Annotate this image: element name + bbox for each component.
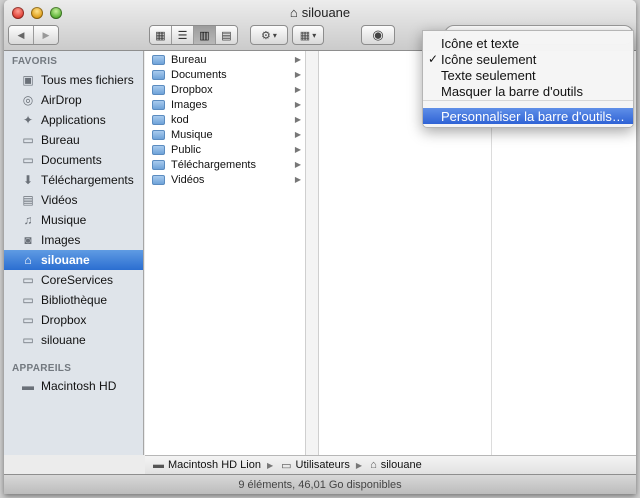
home-icon: ⌂ [289,5,298,20]
list-item[interactable]: kod ▶ [145,112,305,127]
chevron-right-icon: ▶ [294,85,301,94]
chevron-right-icon: ▶ [294,70,301,79]
list-item[interactable]: Documents ▶ [145,67,305,82]
folder-icon: ▭ [22,293,34,307]
sidebar-item-library[interactable]: ▭ Bibliothèque [4,290,143,310]
path-item-home[interactable]: ⌂ silouane [370,459,422,471]
column-view-icon[interactable]: ▥ [194,26,216,44]
chevron-right-icon: ▶ [294,175,301,184]
sidebar-item-all-files[interactable]: ▣ Tous mes fichiers [4,70,143,90]
chevron-right-icon: ▶ [294,55,301,64]
menu-item-icon-and-text[interactable]: Icône et texte [423,35,633,51]
folder-icon [152,99,165,110]
list-item[interactable]: Public ▶ [145,142,305,157]
menu-item-icon-only[interactable]: ✓ Icône seulement [423,51,633,67]
sidebar-item-dropbox[interactable]: ▭ Dropbox [4,310,143,330]
folder-icon: ▭ [22,133,34,147]
devices-header: APPAREILS [12,363,72,374]
toolbar-context-menu: Icône et texte ✓ Icône seulement Texte se… [422,30,634,128]
menu-separator [423,100,633,101]
folder-icon: ▭ [22,333,34,347]
arrange-icon: ▦ [299,29,311,42]
music-icon: ♫ [23,213,33,227]
window-title: ⌂ silouane [289,5,351,20]
quicklook-button[interactable]: ◉ [361,25,395,45]
chevron-right-icon: ▶ [294,160,301,169]
harddisk-icon: ▬ [22,379,34,393]
chevron-right-icon: ▶ [266,460,274,470]
menu-item-customize-toolbar[interactable]: Personnaliser la barre d'outils… [423,108,633,124]
sidebar-item-images[interactable]: ◙ Images [4,230,143,250]
forward-button[interactable]: ▶ [34,26,58,44]
list-item[interactable]: Images ▶ [145,97,305,112]
status-bar: 9 éléments, 46,01 Go disponibles [4,474,636,494]
sidebar-item-applications[interactable]: ✦ Applications [4,110,143,130]
chevron-right-icon: ▶ [294,100,301,109]
folder-icon: ▭ [22,153,34,167]
list-item[interactable]: Musique ▶ [145,127,305,142]
home-icon: ⌂ [24,253,32,267]
harddisk-icon: ▬ [153,459,164,471]
folder-icon [152,84,165,95]
sidebar-item-macintosh-hd[interactable]: ▬ Macintosh HD [4,376,143,396]
sidebar-item-airdrop[interactable]: ◎ AirDrop [4,90,143,110]
list-item[interactable]: Téléchargements ▶ [145,157,305,172]
sidebar-item-downloads[interactable]: ⬇ Téléchargements [4,170,143,190]
sidebar-item-documents[interactable]: ▭ Documents [4,150,143,170]
sidebar: FAVORIS ▣ Tous mes fichiers ◎ AirDrop ✦ App… [4,51,144,455]
airdrop-icon: ◎ [22,93,34,107]
sidebar-item-music[interactable]: ♫ Musique [4,210,143,230]
download-icon: ⬇ [22,173,34,187]
folder-icon: ▭ [22,313,34,327]
chevron-right-icon: ▶ [355,460,363,470]
gear-icon: ⚙ [261,29,271,42]
sidebar-item-videos[interactable]: ▤ Vidéos [4,190,143,210]
list-item[interactable]: Dropbox ▶ [145,82,305,97]
coverflow-view-icon[interactable]: ▤ [216,26,237,44]
sidebar-item-coreservices[interactable]: ▭ CoreServices [4,270,143,290]
chevron-right-icon: ▶ [294,130,301,139]
menu-item-text-only[interactable]: Texte seulement [423,67,633,83]
list-view-icon[interactable]: ☰ [172,26,194,44]
checkmark-icon: ✓ [427,52,439,66]
menu-item-hide-toolbar[interactable]: Masquer la barre d'outils [423,83,633,99]
folder-icon [152,174,165,185]
chevron-right-icon: ▶ [294,145,301,154]
icon-view-icon[interactable]: ▦ [150,26,172,44]
folder-icon [152,69,165,80]
path-item-users[interactable]: ▭ Utilisateurs ▶ [281,459,362,472]
all-files-icon: ▣ [22,73,34,87]
list-item[interactable]: Vidéos ▶ [145,172,305,187]
nav-segment: ◀ ▶ [8,25,59,45]
chevron-right-icon: ▶ [294,115,301,124]
folder-icon [152,114,165,125]
sidebar-item-home[interactable]: ⌂ silouane [4,250,143,270]
view-mode-segment: ▦ ☰ ▥ ▤ [149,25,238,45]
column-resize-handle[interactable] [306,51,319,455]
path-bar: ▬ Macintosh HD Lion ▶ ▭ Utilisateurs ▶ ⌂ silo… [145,455,636,474]
folder-icon: ▭ [281,459,292,472]
folder-icon [152,144,165,155]
folder-icon [152,54,165,65]
path-item-disk[interactable]: ▬ Macintosh HD Lion ▶ [153,459,273,471]
applications-icon: ✦ [22,113,34,127]
list-item[interactable]: Bureau ▶ [145,52,305,67]
camera-icon: ◙ [24,233,32,247]
action-menu-button[interactable]: ⚙ ▾ [250,25,288,45]
folder-icon [152,129,165,140]
sidebar-item-bureau[interactable]: ▭ Bureau [4,130,143,150]
sidebar-item-silouane-folder[interactable]: ▭ silouane [4,330,143,350]
folder-icon: ▭ [22,273,34,287]
video-icon: ▤ [22,193,34,207]
eye-icon: ◉ [372,27,384,42]
chevron-down-icon: ▾ [272,30,277,40]
back-button[interactable]: ◀ [9,26,34,44]
folder-icon [152,159,165,170]
favorites-header: FAVORIS [12,56,58,67]
arrange-button[interactable]: ▦ ▾ [292,25,324,45]
chevron-down-icon: ▾ [312,30,317,40]
home-icon: ⌂ [370,459,377,471]
